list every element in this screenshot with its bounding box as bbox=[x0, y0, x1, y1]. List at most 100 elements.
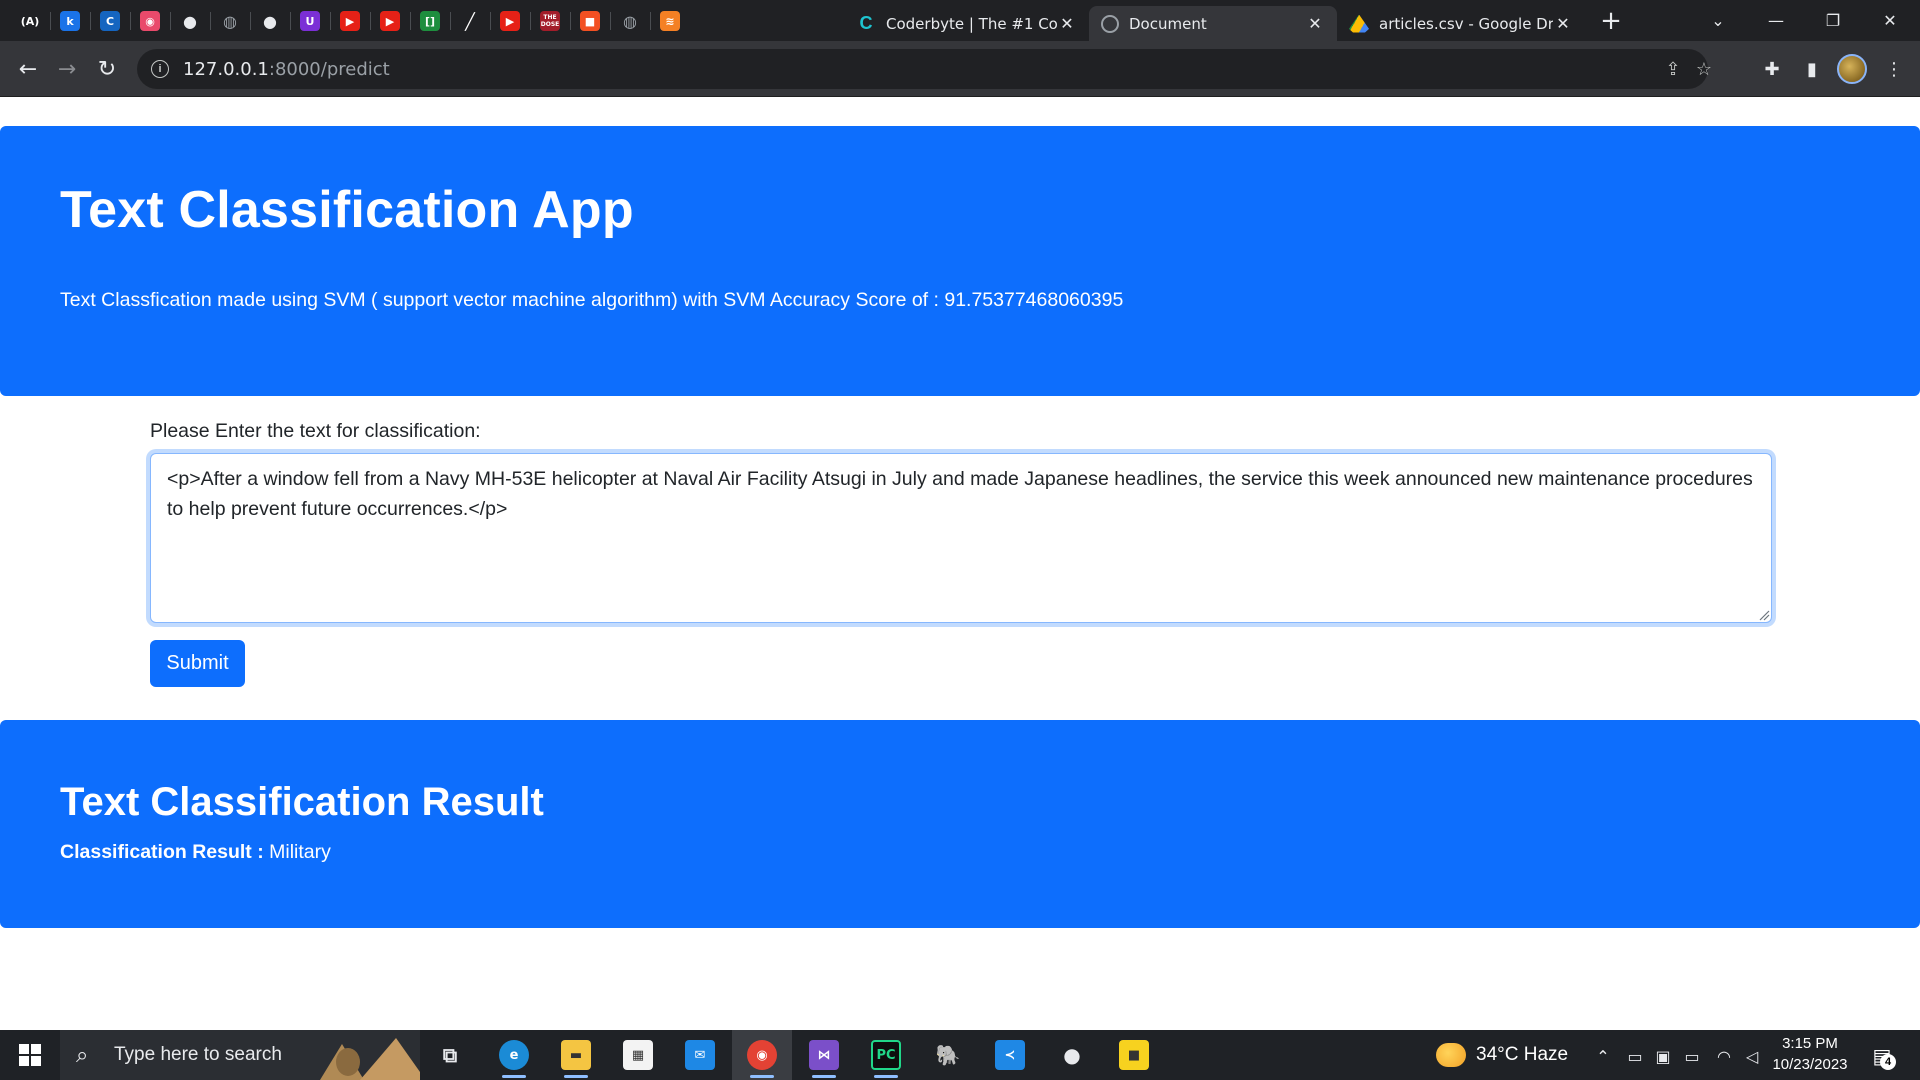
microsoft-store-icon: ▦ bbox=[623, 1040, 653, 1070]
google-drive-icon bbox=[1349, 14, 1369, 33]
tab-document[interactable]: Document ✕ bbox=[1089, 6, 1337, 41]
forward-button[interactable]: → bbox=[49, 51, 85, 87]
page-content: Text Classification App Text Classficati… bbox=[0, 97, 1920, 1030]
show-hidden-icons-chevron-icon[interactable]: ⌃ bbox=[1592, 1045, 1614, 1067]
youtube-icon: ▶ bbox=[340, 11, 360, 31]
classification-result: Classification Result : Military bbox=[60, 841, 331, 864]
tab-articles-csv[interactable]: articles.csv - Google Driv ✕ bbox=[1337, 6, 1585, 41]
microsoft-icon: ■ bbox=[580, 11, 600, 31]
mail-icon: ✉ bbox=[685, 1040, 715, 1070]
youtube-icon: ▶ bbox=[380, 11, 400, 31]
result-label: Classification Result : bbox=[60, 841, 264, 863]
taskbar-app[interactable]: PC bbox=[856, 1030, 916, 1080]
search-icon: ⌕ bbox=[76, 1042, 89, 1067]
pinned-tab[interactable]: ● bbox=[168, 6, 212, 36]
close-tab-icon[interactable]: ✕ bbox=[1553, 14, 1573, 34]
file-explorer-icon: ▬ bbox=[561, 1040, 591, 1070]
side-panel-icon[interactable]: ▮ bbox=[1798, 55, 1826, 83]
text-input[interactable]: <p>After a window fell from a Navy MH-53… bbox=[150, 453, 1772, 623]
display-icon[interactable]: ▣ bbox=[1652, 1045, 1674, 1067]
pinned-tab[interactable]: U bbox=[288, 6, 332, 36]
tab-search-chevron-icon[interactable]: ⌄ bbox=[1690, 0, 1746, 41]
start-button[interactable] bbox=[0, 1030, 60, 1080]
notification-center-button[interactable]: ▤ 4 bbox=[1866, 1040, 1898, 1072]
taskbar-app[interactable]: ✉ bbox=[670, 1030, 730, 1080]
pinned-tab[interactable]: (A) bbox=[8, 6, 52, 36]
profile-avatar[interactable] bbox=[1837, 54, 1867, 84]
u-logo-icon: U bbox=[300, 11, 320, 31]
minimize-button[interactable]: — bbox=[1748, 0, 1804, 41]
pinned-tab[interactable]: ▶ bbox=[368, 6, 412, 36]
taskbar-app[interactable]: ● bbox=[1042, 1030, 1102, 1080]
chrome-icon: ◉ bbox=[747, 1040, 777, 1070]
extensions-puzzle-icon[interactable]: ✚ bbox=[1758, 55, 1786, 83]
github-icon: ● bbox=[263, 11, 277, 31]
globe-icon: ◍ bbox=[223, 11, 237, 31]
input-label: Please Enter the text for classification… bbox=[150, 420, 481, 442]
taskbar-app[interactable]: ◉ bbox=[732, 1030, 792, 1080]
pinned-tab[interactable]: ▶ bbox=[328, 6, 372, 36]
pinned-tab[interactable]: C bbox=[88, 6, 132, 36]
battery-icon[interactable]: ▭ bbox=[1681, 1045, 1703, 1067]
globe-icon bbox=[1101, 14, 1119, 33]
close-tab-icon[interactable]: ✕ bbox=[1305, 14, 1325, 34]
resize-grip-icon[interactable] bbox=[1758, 609, 1770, 621]
taskbar-app[interactable]: ⋈ bbox=[794, 1030, 854, 1080]
pinned-tab[interactable]: ╱ bbox=[448, 6, 492, 36]
pinned-tab[interactable]: k bbox=[48, 6, 92, 36]
taskbar-app[interactable]: ▬ bbox=[546, 1030, 606, 1080]
restore-button[interactable]: ❐ bbox=[1805, 0, 1861, 41]
sticky-notes-icon: ■ bbox=[1119, 1040, 1149, 1070]
new-tab-button[interactable]: + bbox=[1596, 6, 1626, 36]
reload-button[interactable]: ↻ bbox=[89, 51, 125, 87]
weather-haze-icon bbox=[1436, 1043, 1466, 1067]
search-placeholder: Type here to search bbox=[114, 1044, 282, 1065]
coderbyte-icon: C bbox=[859, 13, 873, 33]
result-jumbotron: Text Classification Result Classificatio… bbox=[0, 720, 1920, 928]
notification-count-badge: 4 bbox=[1880, 1054, 1896, 1070]
meet-now-icon[interactable]: ▭ bbox=[1624, 1045, 1646, 1067]
pinned-tab[interactable]: ■ bbox=[568, 6, 612, 36]
pinned-tab[interactable]: THE DOSE bbox=[528, 6, 572, 36]
browser-toolbar: ← → ↻ i 127.0.0.1:8000/predict ⇪ ☆ ✚ ▮ ⋮ bbox=[0, 41, 1920, 97]
bookmark-star-icon[interactable]: ☆ bbox=[1694, 59, 1714, 79]
pinned-tab[interactable]: ◉ bbox=[128, 6, 172, 36]
share-icon[interactable]: ⇪ bbox=[1663, 59, 1683, 79]
taskbar-app[interactable]: ▦ bbox=[608, 1030, 668, 1080]
back-button[interactable]: ← bbox=[10, 51, 46, 87]
vscode-icon: ≺ bbox=[995, 1040, 1025, 1070]
header-jumbotron: Text Classification App Text Classficati… bbox=[0, 126, 1920, 396]
github-icon: ● bbox=[183, 11, 197, 31]
taskbar-app[interactable]: ≺ bbox=[980, 1030, 1040, 1080]
tab-coderbyte[interactable]: C Coderbyte | The #1 Codi ✕ bbox=[844, 6, 1089, 41]
pinned-tab[interactable]: ◍ bbox=[208, 6, 252, 36]
taskbar-app[interactable]: 🐘 bbox=[918, 1030, 978, 1080]
weather-widget[interactable]: 34°C Haze bbox=[1436, 1030, 1568, 1080]
taskbar-app[interactable]: e bbox=[484, 1030, 544, 1080]
task-view-icon: ⧉ bbox=[442, 1043, 458, 1067]
chart-line-icon: ╱ bbox=[465, 11, 475, 31]
wifi-icon[interactable]: ◠ bbox=[1713, 1045, 1735, 1067]
target-icon: ◉ bbox=[140, 11, 160, 31]
volume-icon[interactable]: ◁ bbox=[1741, 1045, 1763, 1067]
taskbar-app[interactable]: ■ bbox=[1104, 1030, 1164, 1080]
stackoverflow-icon: ≋ bbox=[660, 11, 680, 31]
pinned-tab[interactable]: ◍ bbox=[608, 6, 652, 36]
classification-form: Please Enter the text for classification… bbox=[150, 420, 1772, 687]
pinned-tab[interactable]: [] bbox=[408, 6, 452, 36]
submit-button[interactable]: Submit bbox=[150, 640, 245, 687]
system-clock[interactable]: 3:15 PM 10/23/2023 bbox=[1770, 1033, 1850, 1075]
pinned-tab[interactable]: ≋ bbox=[648, 6, 692, 36]
edge-icon: e bbox=[499, 1040, 529, 1070]
kebab-menu-icon[interactable]: ⋮ bbox=[1880, 55, 1908, 83]
search-highlight-pyramids-icon bbox=[320, 1038, 420, 1080]
pinned-tab[interactable]: ● bbox=[248, 6, 292, 36]
taskbar-app[interactable]: ⧉ bbox=[420, 1030, 480, 1080]
result-heading: Text Classification Result bbox=[60, 780, 544, 824]
close-window-button[interactable]: ✕ bbox=[1862, 0, 1918, 41]
the-dose-icon: THE DOSE bbox=[540, 11, 560, 31]
close-tab-icon[interactable]: ✕ bbox=[1057, 14, 1077, 34]
pinned-tab[interactable]: ▶ bbox=[488, 6, 532, 36]
site-info-icon[interactable]: i bbox=[151, 60, 169, 78]
address-bar[interactable]: i 127.0.0.1:8000/predict ⇪ ☆ bbox=[137, 49, 1712, 89]
